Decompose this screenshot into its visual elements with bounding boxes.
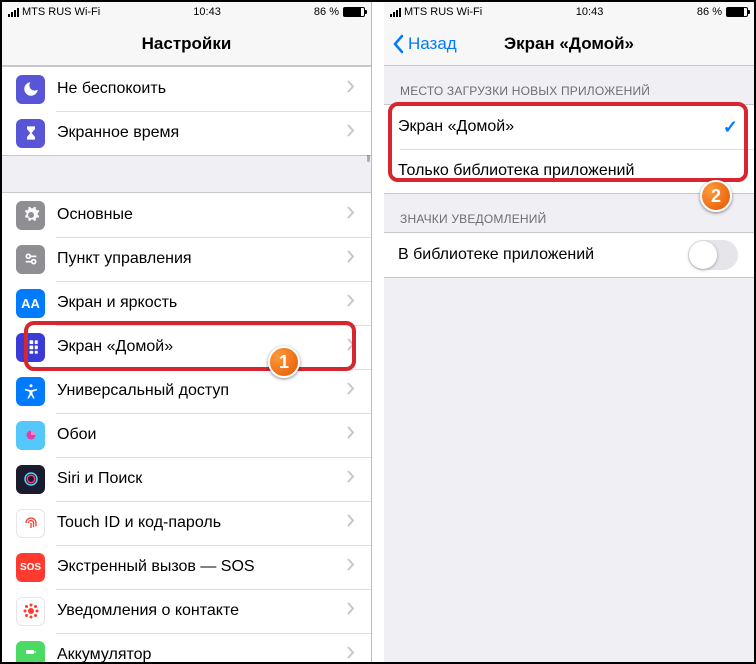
exposure-icon bbox=[16, 597, 45, 626]
nav-bar: Назад Экран «Домой» bbox=[384, 22, 754, 66]
chevron-right-icon bbox=[347, 470, 355, 488]
settings-group-1: Не беспокоить Экранное время bbox=[2, 66, 371, 156]
badges-group: В библиотеке приложений bbox=[384, 232, 754, 278]
battery-percent: 86 % bbox=[697, 6, 722, 18]
text-size-icon: AA bbox=[16, 289, 45, 318]
row-sos[interactable]: SOS Экстренный вызов — SOS bbox=[2, 545, 371, 589]
toggle-switch[interactable] bbox=[688, 240, 738, 270]
chevron-left-icon bbox=[392, 34, 404, 54]
callout-1: 1 bbox=[268, 346, 300, 378]
chevron-right-icon bbox=[347, 338, 355, 356]
home-screen-settings: MTS RUS Wi-Fi 10:43 86 % Назад Экран «До… bbox=[384, 2, 754, 662]
siri-icon bbox=[16, 465, 45, 494]
row-wallpaper[interactable]: Обои bbox=[2, 413, 371, 457]
status-bar: MTS RUS Wi-Fi 10:43 86 % bbox=[384, 2, 754, 22]
settings-screen: MTS RUS Wi-Fi 10:43 86 % Настройки Не бе… bbox=[2, 2, 372, 662]
chevron-right-icon bbox=[347, 382, 355, 400]
battery-icon bbox=[726, 7, 748, 17]
clock: 10:43 bbox=[193, 6, 221, 18]
option-app-library[interactable]: Только библиотека приложений bbox=[384, 149, 754, 193]
chevron-right-icon bbox=[347, 602, 355, 620]
row-screen-time[interactable]: Экранное время bbox=[2, 111, 371, 155]
chevron-right-icon bbox=[347, 514, 355, 532]
signal-icon bbox=[8, 8, 19, 17]
home-grid-icon bbox=[16, 333, 45, 362]
carrier-label: MTS RUS Wi-Fi bbox=[404, 6, 482, 18]
clock: 10:43 bbox=[576, 6, 604, 18]
row-general[interactable]: Основные bbox=[2, 193, 371, 237]
sos-icon: SOS bbox=[16, 553, 45, 582]
row-do-not-disturb[interactable]: Не беспокоить bbox=[2, 67, 371, 111]
status-bar: MTS RUS Wi-Fi 10:43 86 % bbox=[2, 2, 371, 22]
signal-icon bbox=[390, 8, 401, 17]
row-display-brightness[interactable]: AA Экран и яркость bbox=[2, 281, 371, 325]
wallpaper-icon bbox=[16, 421, 45, 450]
chevron-right-icon bbox=[347, 294, 355, 312]
hourglass-icon bbox=[16, 119, 45, 148]
row-accessibility[interactable]: Универсальный доступ bbox=[2, 369, 371, 413]
row-home-screen[interactable]: Экран «Домой» bbox=[2, 325, 371, 369]
battery-percent: 86 % bbox=[314, 6, 339, 18]
row-exposure[interactable]: Уведомления о контакте bbox=[2, 589, 371, 633]
page-title: Настройки bbox=[142, 34, 232, 54]
row-touch-id[interactable]: Touch ID и код-пароль bbox=[2, 501, 371, 545]
option-home-screen[interactable]: Экран «Домой» ✓ bbox=[384, 105, 754, 149]
sliders-icon bbox=[16, 245, 45, 274]
gear-icon bbox=[16, 201, 45, 230]
chevron-right-icon bbox=[347, 646, 355, 662]
back-button[interactable]: Назад bbox=[392, 34, 457, 54]
nav-bar: Настройки bbox=[2, 22, 371, 66]
row-control-center[interactable]: Пункт управления bbox=[2, 237, 371, 281]
battery-icon bbox=[343, 7, 365, 17]
chevron-right-icon bbox=[347, 80, 355, 98]
section-header-download: МЕСТО ЗАГРУЗКИ НОВЫХ ПРИЛОЖЕНИЙ bbox=[384, 66, 754, 104]
callout-2: 2 bbox=[700, 180, 732, 212]
accessibility-icon bbox=[16, 377, 45, 406]
chevron-right-icon bbox=[347, 250, 355, 268]
row-library-badges[interactable]: В библиотеке приложений bbox=[384, 233, 754, 277]
carrier-label: MTS RUS Wi-Fi bbox=[22, 6, 100, 18]
battery-row-icon bbox=[16, 641, 45, 663]
checkmark-icon: ✓ bbox=[723, 117, 738, 138]
chevron-right-icon bbox=[347, 558, 355, 576]
moon-icon bbox=[16, 75, 45, 104]
chevron-right-icon bbox=[347, 206, 355, 224]
section-header-badges: ЗНАЧКИ УВЕДОМЛЕНИЙ bbox=[384, 194, 754, 232]
chevron-right-icon bbox=[347, 124, 355, 142]
page-title: Экран «Домой» bbox=[504, 34, 634, 54]
settings-group-2: Основные Пункт управления AA Экран и ярк… bbox=[2, 192, 371, 662]
download-location-group: Экран «Домой» ✓ Только библиотека прилож… bbox=[384, 104, 754, 194]
row-battery[interactable]: Аккумулятор bbox=[2, 633, 371, 662]
fingerprint-icon bbox=[16, 509, 45, 538]
chevron-right-icon bbox=[347, 426, 355, 444]
row-siri[interactable]: Siri и Поиск bbox=[2, 457, 371, 501]
